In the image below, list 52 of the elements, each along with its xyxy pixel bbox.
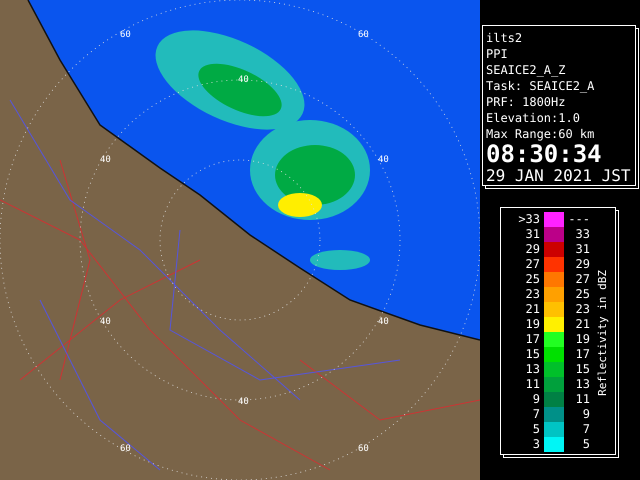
legend-high-value: 7	[582, 422, 590, 437]
legend-low-value: 31	[524, 227, 540, 242]
legend-high-value: ---	[568, 212, 590, 227]
legend-high-value: 15	[574, 362, 590, 377]
range-ring-label: 60	[120, 30, 131, 40]
range-ring-label: 60	[120, 444, 131, 454]
date-text: 29 JAN 2021 JST	[486, 166, 632, 185]
range-ring-label: 40	[100, 155, 111, 165]
info-line: ilts2	[486, 30, 524, 46]
legend-high-value: 11	[574, 392, 590, 407]
legend-title: Reflectivity in dBZ	[596, 270, 609, 396]
legend-high-value: 33	[574, 227, 590, 242]
range-ring-label: 40	[100, 317, 111, 327]
range-ring-label: 40	[378, 155, 389, 165]
range-ring-label: 40	[238, 75, 249, 85]
info-line: SEAICE2_A_Z	[486, 62, 566, 78]
info-line: Task: SEAICE2_A	[486, 78, 596, 94]
legend-low-value: 27	[524, 257, 540, 272]
legend-low-value: 9	[532, 392, 540, 407]
legend-high-value: 23	[574, 302, 590, 317]
range-ring-label: 60	[358, 30, 369, 40]
legend-low-value: 11	[524, 377, 540, 392]
legend-low-value: >33	[517, 212, 540, 227]
legend-low-value: 5	[532, 422, 540, 437]
legend-low-value: 21	[524, 302, 540, 317]
legend-low-value: 29	[524, 242, 540, 257]
legend-low-value: 15	[524, 347, 540, 362]
info-line: Elevation:1.0	[486, 110, 581, 126]
legend-high-value: 21	[574, 317, 590, 332]
legend-low-value: 3	[532, 437, 540, 452]
legend-low-value: 13	[524, 362, 540, 377]
legend-high-value: 29	[574, 257, 590, 272]
legend-high-value: 31	[574, 242, 590, 257]
legend-high-value: 25	[574, 287, 590, 302]
legend-low-value: 23	[524, 287, 540, 302]
legend-high-value: 17	[574, 347, 590, 362]
info-line: PRF: 1800Hz	[486, 94, 566, 110]
legend-high-value: 27	[574, 272, 590, 287]
legend-low-value: 25	[524, 272, 540, 287]
legend-low-value: 17	[524, 332, 540, 347]
time-text: 08:30:34	[486, 142, 603, 166]
legend-high-value: 19	[574, 332, 590, 347]
range-ring-label: 40	[238, 397, 249, 407]
legend-low-value: 7	[532, 407, 540, 422]
legend-low-value: 19	[524, 317, 540, 332]
info-line: PPI	[486, 46, 509, 62]
legend-high-value: 9	[582, 407, 590, 422]
legend-high-value: 13	[574, 377, 590, 392]
range-ring-label: 40	[378, 317, 389, 327]
range-ring-label: 60	[358, 444, 369, 454]
legend-high-value: 5	[582, 437, 590, 452]
info-line: Max Range:60 km	[486, 126, 596, 142]
